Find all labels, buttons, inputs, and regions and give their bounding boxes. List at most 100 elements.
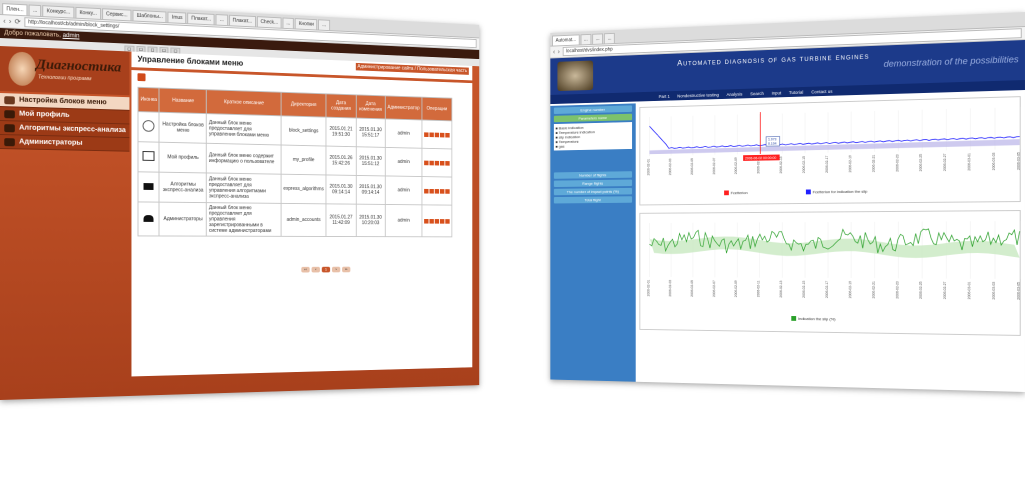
legend-label: Fcetterion (731, 190, 748, 195)
pager-button[interactable]: 1 (321, 266, 331, 273)
pager-button[interactable]: › (331, 266, 341, 273)
browser-tab[interactable]: Сервис... (101, 8, 132, 21)
down-icon[interactable] (439, 132, 445, 137)
x-tick-label: 2006-02-23 (895, 154, 899, 172)
main-panel: Управление блоками меню Администрировани… (131, 51, 473, 377)
pager-button[interactable]: ›› (342, 266, 351, 273)
site-title: Automated diagnosis of gas turbine engin… (677, 51, 870, 68)
browser-tab[interactable]: Конку... (75, 6, 101, 19)
x-tick-label: 2006-02-03 (668, 280, 672, 297)
x-tick-label: 2006-02-17 (825, 281, 829, 298)
sidebar-bar[interactable]: Parameters name (553, 113, 633, 123)
browser-tab[interactable]: ... (282, 17, 295, 29)
nav-link[interactable]: Nondestructive testing (677, 92, 719, 98)
down-icon[interactable] (439, 188, 445, 194)
book-icon (143, 182, 154, 190)
nav-link[interactable]: Search (750, 91, 764, 96)
chart-slip-svg: 2006-02-01 2006-02-03 2006-02-05 2006-02-07… (647, 211, 1025, 321)
up-icon[interactable] (434, 132, 440, 137)
browser-tab[interactable]: Шаблоны... (132, 9, 167, 23)
nav-link[interactable]: Input (772, 90, 782, 95)
directory-cell: admin_accounts (280, 203, 327, 237)
browser-tab[interactable]: ... (318, 19, 330, 31)
turbine-engine-image (557, 60, 594, 92)
welcome-user-link[interactable]: admin (63, 33, 80, 40)
forward-icon[interactable]: › (558, 49, 560, 55)
sidebar-bar[interactable]: Total flight (553, 196, 633, 204)
browser-tab[interactable]: Кнопки (295, 18, 318, 30)
browser-tab[interactable]: ... (592, 33, 604, 44)
down-icon[interactable] (439, 160, 445, 166)
sidebar-item-admins[interactable]: Администраторы (0, 135, 130, 152)
browser-tab[interactable]: ... (580, 33, 592, 45)
nav-link[interactable]: Contact us (811, 88, 832, 93)
up-icon[interactable] (434, 160, 440, 166)
browser-tab[interactable]: Конкурс... (42, 5, 75, 18)
name-cell: Мой профиль (159, 142, 207, 173)
delete-icon[interactable] (445, 188, 450, 194)
legend-label: Indication the slip (%) (798, 316, 836, 321)
edit-icon[interactable] (429, 132, 434, 137)
column-header: Дата создания (326, 93, 356, 119)
admin-cell: admin (385, 204, 422, 237)
sidebar-bar[interactable]: Engine number (553, 105, 633, 115)
up-icon[interactable] (434, 218, 440, 224)
delete-icon[interactable] (445, 132, 450, 138)
pager-button[interactable]: ‹‹ (301, 266, 310, 273)
admin-browser-window: Плен...... Конкурс... Конку... Сервис... Шаб… (0, 0, 480, 400)
browser-tab[interactable]: Плен... (2, 3, 28, 16)
sidebar-bar[interactable]: Range flights (553, 179, 633, 188)
view-icon[interactable] (424, 218, 429, 224)
header-switch-link[interactable]: Администрирование сайта / Пользовательск… (355, 62, 469, 75)
browser-tab[interactable]: Automat... (552, 34, 580, 46)
down-icon[interactable] (439, 218, 445, 224)
sidebar-item-label: Администраторы (19, 138, 83, 147)
icon-cell (138, 201, 160, 236)
delete-icon[interactable] (445, 160, 450, 166)
delete-icon[interactable] (445, 218, 450, 224)
reload-icon[interactable]: ⟳ (15, 18, 21, 26)
browser-tab[interactable]: Плакат... (187, 12, 216, 25)
nav-link[interactable]: Tutorial (789, 89, 803, 94)
view-icon[interactable] (424, 131, 429, 137)
browser-tab[interactable]: Check... (256, 16, 282, 28)
up-icon[interactable] (434, 188, 440, 194)
edit-icon[interactable] (429, 218, 434, 224)
back-icon[interactable]: ‹ (3, 18, 5, 25)
back-icon[interactable]: ‹ (553, 49, 555, 55)
operations-cell (421, 176, 452, 206)
icon-cell (138, 171, 160, 203)
sidebar-bar[interactable]: Number of flights (553, 171, 633, 179)
sidebar-bar[interactable]: The number of impact points (%) (553, 187, 633, 196)
x-tick-label: 2006-02-19 (848, 281, 852, 298)
x-tick-label: 2006-02-01 (647, 280, 651, 297)
nav-link[interactable]: Analysis (727, 91, 743, 96)
operations-cell (421, 148, 452, 178)
edit-icon[interactable] (429, 160, 434, 165)
browser-tab[interactable]: ... (28, 4, 42, 17)
browser-tab[interactable]: Imus (167, 11, 187, 24)
browser-tab[interactable]: ... (215, 14, 228, 26)
parameter-list: ■ Basic indication ■ Temperature indicati… (553, 122, 633, 151)
pager-button[interactable]: ‹ (311, 266, 320, 273)
directory-cell: my_profile (280, 144, 327, 175)
x-tick-label: 2006-02-15 (802, 156, 806, 173)
icon-cell (138, 111, 160, 143)
legend-label: Fcetterion for indication the slip (813, 189, 868, 195)
marker-label: 2006-06-02 00:00:00 (745, 156, 776, 160)
view-icon[interactable] (424, 188, 429, 194)
nav-link[interactable]: Part 1 (659, 94, 670, 99)
view-icon[interactable] (424, 160, 429, 165)
browser-tab[interactable]: Плакат... (228, 14, 256, 27)
logo-subtitle: Технологии программ (38, 74, 92, 83)
diagnosis-browser-window: Automat... ... ... ... ‹ › localhost/dvs… (550, 12, 1025, 392)
browser-tab[interactable]: ... (604, 32, 616, 44)
x-tick-label: 2006-02-15 (802, 281, 806, 298)
add-block-button[interactable] (137, 73, 146, 82)
site-logo[interactable]: Диагностика Технологии программ (0, 46, 130, 96)
name-cell: Администраторы (159, 202, 207, 237)
description-cell: Данный блок меню предоставляет для управ… (206, 202, 281, 237)
table-row: Администраторы Данный блок меню предостав… (138, 201, 452, 237)
edit-icon[interactable] (429, 188, 434, 194)
forward-icon[interactable]: › (9, 18, 11, 25)
